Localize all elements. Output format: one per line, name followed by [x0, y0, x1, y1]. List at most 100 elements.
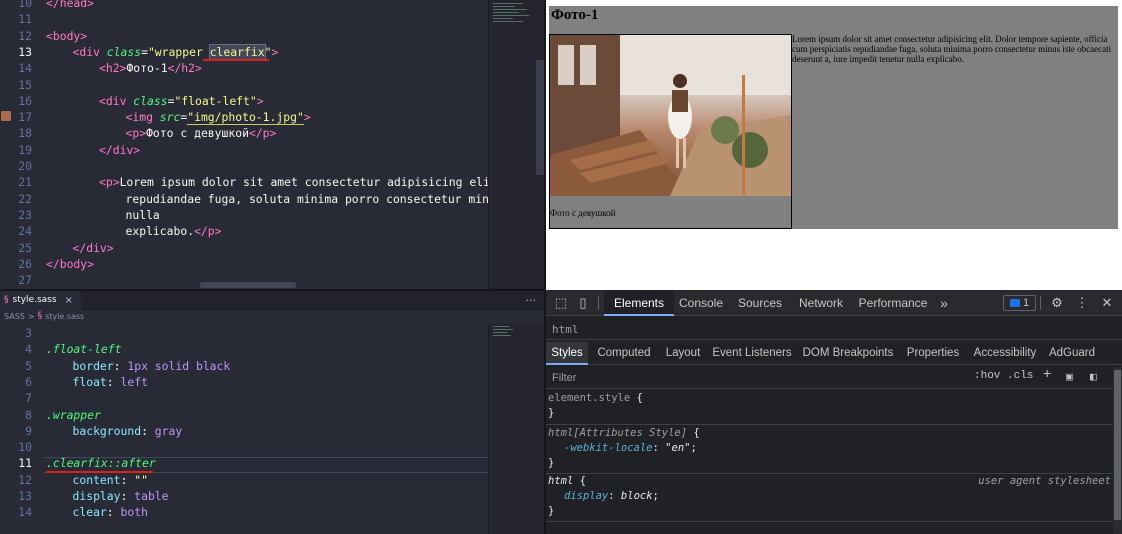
code-token: left — [120, 374, 148, 389]
tab-layout[interactable]: Layout — [662, 342, 704, 365]
html-vertical-scrollbar[interactable] — [536, 60, 544, 175]
tab-sources[interactable]: Sources — [734, 290, 786, 316]
code-text[interactable]: <img src="img/photo-1.jpg"> — [125, 109, 311, 126]
code-text[interactable]: <div class="wrapper clearfix"> — [73, 43, 279, 60]
code-text[interactable]: <p>Lorem ipsum dolor sit amet consectetu… — [99, 174, 504, 190]
cls-toggle[interactable]: .cls — [1007, 370, 1033, 382]
line-number: 10 — [18, 0, 32, 10]
tab-console[interactable]: Console — [674, 290, 728, 316]
breadcrumb-file[interactable]: style.sass — [45, 310, 84, 323]
rule-element-style: element.style { } — [546, 391, 1113, 425]
code-text[interactable]: <div class="float-left"> — [99, 93, 264, 109]
lorem-paragraph: Lorem ipsum dolor sit amet consectetur a… — [792, 34, 1112, 64]
html-minimap[interactable] — [488, 0, 544, 290]
more-tabs-icon[interactable]: » — [936, 290, 952, 316]
code-text[interactable]: <p>Фото с девушкой</p> — [126, 125, 277, 141]
rule-selector[interactable]: html — [548, 475, 573, 487]
dom-node-html[interactable]: html — [550, 322, 581, 337]
tab-style-sass[interactable]: § style.sass × — [0, 291, 81, 310]
tab-event-listeners[interactable]: Event Listeners — [712, 342, 792, 365]
code-token: .float-left — [46, 342, 122, 357]
code-token: "img/photo-1.jpg" — [187, 110, 304, 126]
property-value[interactable]: block — [621, 490, 653, 502]
line-number: 5 — [25, 358, 32, 373]
tab-adguard[interactable]: AdGuard — [1046, 342, 1098, 365]
code-text[interactable]: .clearfix::after — [46, 455, 156, 471]
code-text[interactable]: repudiandae fuga, soluta minima porro co… — [126, 191, 503, 207]
code-text[interactable]: .wrapper — [46, 407, 101, 423]
code-token: "wrapper — [147, 44, 210, 59]
styles-scroll-thumb[interactable] — [1114, 370, 1121, 520]
code-token: float — [72, 374, 107, 389]
annotation-underline — [46, 471, 153, 473]
editor-tab-bar: § style.sass × ··· — [0, 291, 544, 310]
tab-styles[interactable]: Styles — [546, 342, 588, 365]
sass-minimap[interactable] — [488, 323, 544, 534]
code-text[interactable]: <body> — [46, 28, 87, 44]
code-text[interactable]: background: gray — [73, 423, 183, 439]
code-token: class — [133, 93, 168, 108]
code-token: content — [72, 472, 121, 487]
line-number: 9 — [25, 423, 32, 438]
paint-icon[interactable]: ▣ — [1066, 370, 1073, 384]
line-number: 13 — [18, 44, 32, 59]
code-text[interactable]: nulla — [126, 207, 160, 223]
code-token: table — [134, 489, 169, 503]
line-number: 23 — [18, 207, 32, 222]
code-text[interactable]: float: left — [73, 374, 148, 390]
code-text[interactable]: explicabo.</p> — [126, 223, 222, 239]
code-text[interactable]: border: 1px solid black — [73, 358, 231, 374]
device-toolbar-icon[interactable]: ▯ — [574, 294, 592, 312]
more-actions-icon[interactable]: ··· — [526, 291, 537, 310]
inspect-element-icon[interactable]: ⬚ — [552, 294, 570, 312]
close-icon[interactable]: × — [65, 291, 73, 310]
code-token: > — [271, 44, 279, 59]
rule-selector[interactable]: html[Attributes Style] — [548, 427, 687, 439]
code-text[interactable]: content: "" — [73, 472, 148, 488]
breadcrumb-folder[interactable]: SASS — [4, 310, 25, 323]
tab-elements[interactable]: Elements — [604, 290, 674, 316]
tab-computed[interactable]: Computed — [592, 342, 656, 365]
code-token: <img — [125, 110, 160, 125]
code-text[interactable]: .float-left — [46, 341, 121, 357]
tab-properties[interactable]: Properties — [904, 342, 962, 365]
tab-dom-breakpoints[interactable]: DOM Breakpoints — [800, 342, 896, 365]
tab-accessibility[interactable]: Accessibility — [970, 342, 1040, 365]
code-text[interactable]: clear: both — [73, 504, 148, 520]
property-value[interactable]: "en" — [665, 442, 690, 454]
code-token: <p> — [125, 126, 147, 141]
kebab-menu-icon[interactable]: ⋮ — [1073, 294, 1091, 312]
code-token: class — [106, 44, 142, 59]
code-text[interactable]: </body> — [46, 256, 94, 272]
property-name[interactable]: display — [564, 490, 608, 502]
close-icon[interactable]: ✕ — [1098, 294, 1116, 312]
horizontal-splitter[interactable] — [0, 289, 544, 291]
property-name[interactable]: -webkit-locale — [564, 442, 653, 454]
code-token: Lorem ipsum dolor sit amet consectetur a… — [119, 175, 504, 190]
rule-selector[interactable]: element.style — [548, 392, 630, 404]
code-text[interactable]: display: table — [73, 488, 169, 504]
filter-input[interactable] — [548, 369, 964, 387]
add-rule-icon[interactable]: + — [1043, 367, 1051, 383]
code-token: src — [159, 110, 181, 125]
code-text[interactable]: <h2>Фото-1</h2> — [99, 60, 202, 76]
rule-attributes-style: html[Attributes Style] { -webkit-locale:… — [546, 426, 1113, 474]
line-number: 24 — [18, 224, 32, 239]
code-text[interactable]: </div> — [73, 240, 114, 256]
hov-toggle[interactable]: :hov — [974, 370, 1000, 382]
sass-code-editor[interactable]: § style.sass × ··· SASS > § style.sass 3… — [0, 291, 544, 534]
sidebar-toggle-icon[interactable]: ◧ — [1090, 370, 1097, 384]
html-horizontal-scrollbar[interactable] — [200, 282, 296, 288]
html-code-editor[interactable]: 10 </head> 11 12 <body> 13 <div class="wrapper… — [0, 0, 544, 290]
messages-badge[interactable]: 1 — [1003, 295, 1037, 311]
code-text[interactable]: </div> — [99, 142, 140, 158]
code-token: </head> — [46, 0, 95, 10]
gear-icon[interactable]: ⚙ — [1048, 294, 1066, 312]
line-number: 14 — [18, 61, 32, 76]
code-text[interactable]: </head> — [46, 0, 94, 11]
code-token: solid black — [147, 358, 231, 373]
code-token: 1px — [127, 358, 148, 373]
line-number: 22 — [18, 191, 32, 206]
tab-network[interactable]: Network — [794, 290, 848, 316]
tab-performance[interactable]: Performance — [856, 290, 930, 316]
